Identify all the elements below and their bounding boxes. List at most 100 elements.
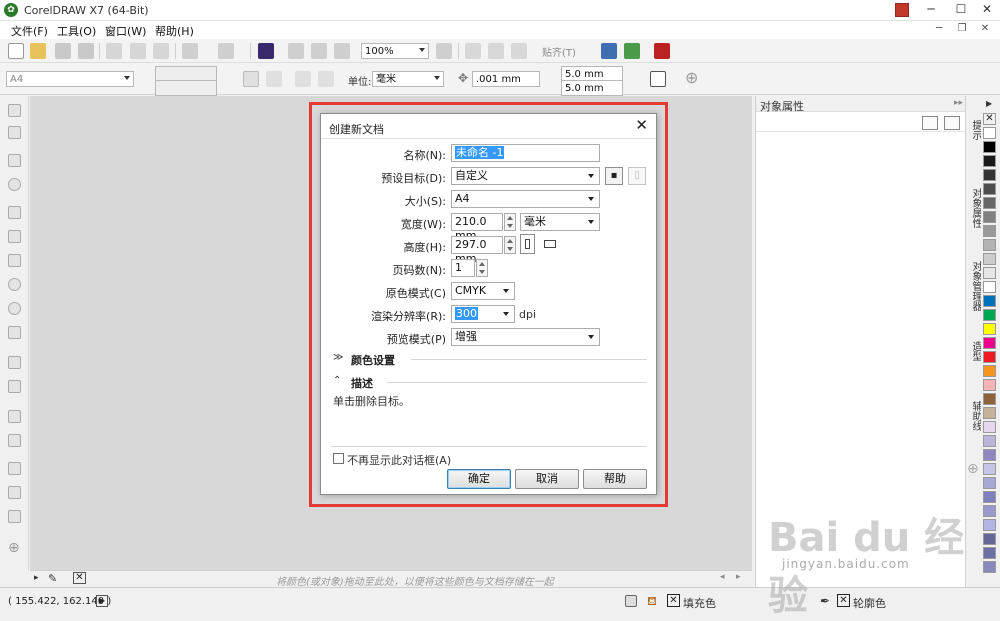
application-launcher-icon[interactable]	[654, 43, 670, 59]
palette-swatch[interactable]	[983, 477, 996, 489]
connector-tool-icon[interactable]	[8, 380, 21, 393]
width-input[interactable]: 210.0 mm	[451, 213, 503, 242]
docker-apply-icon[interactable]	[944, 116, 960, 130]
menu-file[interactable]: 文件(F)	[11, 23, 48, 39]
import-icon[interactable]	[288, 43, 304, 59]
publish-pdf-icon[interactable]	[334, 43, 350, 59]
palette-swatch[interactable]	[983, 365, 996, 377]
all-pages-icon[interactable]	[295, 71, 311, 87]
page-size-select[interactable]: A4	[6, 71, 134, 87]
ok-button[interactable]: 确定	[447, 469, 511, 489]
shape-tool-icon[interactable]	[8, 126, 21, 139]
palette-swatch[interactable]	[983, 211, 996, 223]
palette-swatch[interactable]	[983, 225, 996, 237]
height-input[interactable]: 297.0 mm	[451, 236, 503, 265]
status-play-icon[interactable]: ▶	[96, 595, 108, 607]
unit-select[interactable]: 毫米	[372, 71, 444, 87]
guidelines-icon[interactable]	[511, 43, 527, 59]
width-spinner[interactable]	[504, 213, 516, 231]
no-color-swatch[interactable]: ✕	[983, 113, 996, 125]
page-count-input[interactable]: 1	[451, 259, 475, 277]
cut-icon[interactable]	[106, 43, 122, 59]
mdi-minimize-button[interactable]: ─	[932, 22, 946, 36]
no-fill-swatch[interactable]: ✕	[73, 572, 86, 584]
height-spinner[interactable]	[504, 236, 516, 254]
palette-scroll-right-icon[interactable]: ▸	[736, 572, 741, 582]
rulers-icon[interactable]	[465, 43, 481, 59]
portrait-icon[interactable]	[243, 71, 259, 87]
save-preset-icon[interactable]: ▪	[605, 167, 623, 185]
minimize-button[interactable]: ─	[916, 0, 946, 20]
palette-swatch[interactable]	[983, 281, 996, 293]
palette-swatch[interactable]	[983, 421, 996, 433]
nudge-distance-input[interactable]: .001 mm	[472, 71, 540, 87]
undo-icon[interactable]	[182, 43, 198, 59]
eyedropper-tool-icon[interactable]	[8, 462, 21, 475]
freehand-tool-icon[interactable]	[8, 206, 21, 219]
tab-guidelines[interactable]: 辅助线	[967, 401, 981, 431]
zoom-level-select[interactable]: 100%	[361, 43, 429, 59]
mdi-restore-button[interactable]: ❐	[955, 22, 969, 36]
document-name-input[interactable]: 未命名 -1	[451, 144, 600, 162]
pick-tool-icon[interactable]	[8, 104, 21, 117]
description-section[interactable]: 描述	[351, 375, 373, 391]
fill-none-swatch[interactable]: ✕	[667, 594, 680, 607]
rectangle-tool-icon[interactable]	[8, 254, 21, 267]
ellipse-tool-icon[interactable]	[8, 278, 21, 291]
tab-object-manager[interactable]: 对象管理器	[967, 261, 981, 311]
preset-destination-select[interactable]: 自定义	[451, 167, 600, 185]
mdi-close-button[interactable]: ✕	[978, 22, 992, 36]
palette-swatch[interactable]	[983, 127, 996, 139]
duplicate-y-input[interactable]: 5.0 mm	[561, 80, 623, 96]
user-avatar-icon[interactable]	[895, 3, 909, 17]
palette-swatch[interactable]	[983, 407, 996, 419]
palette-swatch[interactable]	[983, 253, 996, 265]
page-size-dialog-select[interactable]: A4	[451, 190, 600, 208]
palette-swatch[interactable]	[983, 295, 996, 307]
artistic-media-icon[interactable]	[8, 230, 21, 243]
polygon-tool-icon[interactable]	[8, 302, 21, 315]
palette-scroll-up-icon[interactable]: ▶	[986, 99, 992, 108]
chevron-up-icon[interactable]: ⌃	[333, 375, 341, 386]
transparency-tool-icon[interactable]	[8, 434, 21, 447]
new-document-icon[interactable]	[8, 43, 24, 59]
parallel-dimension-icon[interactable]	[8, 356, 21, 369]
open-icon[interactable]	[30, 43, 46, 59]
print-icon[interactable]	[78, 43, 94, 59]
color-mode-select[interactable]: CMYK	[451, 282, 515, 300]
units-select[interactable]: 毫米	[520, 213, 600, 231]
eyedropper-icon[interactable]: ✎	[48, 572, 57, 585]
close-window-button[interactable]: ✕	[972, 0, 1000, 20]
crop-tool-icon[interactable]	[8, 154, 21, 167]
options-icon[interactable]	[624, 43, 640, 59]
palette-swatch[interactable]	[983, 309, 996, 321]
help-button[interactable]: 帮助	[583, 469, 647, 489]
menu-help[interactable]: 帮助(H)	[155, 23, 194, 39]
palette-scroll-left-icon[interactable]: ◂	[720, 572, 725, 582]
add-docker-icon[interactable]: ⊕	[967, 461, 979, 477]
save-icon[interactable]	[55, 43, 71, 59]
landscape-icon[interactable]	[266, 71, 282, 87]
welcome-screen-icon[interactable]	[601, 43, 617, 59]
portrait-orientation-icon[interactable]	[520, 234, 535, 254]
tab-object-properties[interactable]: 对象属性	[967, 188, 981, 228]
drop-shadow-icon[interactable]	[8, 410, 21, 423]
tab-hints[interactable]: 提示	[967, 120, 981, 140]
zoom-tool-icon[interactable]	[8, 178, 21, 191]
menu-window[interactable]: 窗口(W)	[105, 23, 146, 39]
export-icon[interactable]	[311, 43, 327, 59]
palette-swatch[interactable]	[983, 169, 996, 181]
dialog-close-icon[interactable]: ✕	[635, 116, 648, 134]
preview-mode-select[interactable]: 增强	[451, 328, 600, 346]
palette-swatch[interactable]	[983, 463, 996, 475]
add-tool-icon[interactable]: ⊕	[8, 540, 20, 556]
palette-swatch[interactable]	[983, 351, 996, 363]
palette-menu-icon[interactable]: ▸	[34, 573, 39, 583]
page-height-input[interactable]	[155, 80, 217, 96]
docker-style-icon[interactable]	[922, 116, 938, 130]
resolution-select[interactable]: 300	[451, 305, 515, 323]
palette-swatch[interactable]	[983, 379, 996, 391]
palette-swatch[interactable]	[983, 197, 996, 209]
palette-swatch[interactable]	[983, 449, 996, 461]
text-tool-icon[interactable]	[8, 326, 21, 339]
